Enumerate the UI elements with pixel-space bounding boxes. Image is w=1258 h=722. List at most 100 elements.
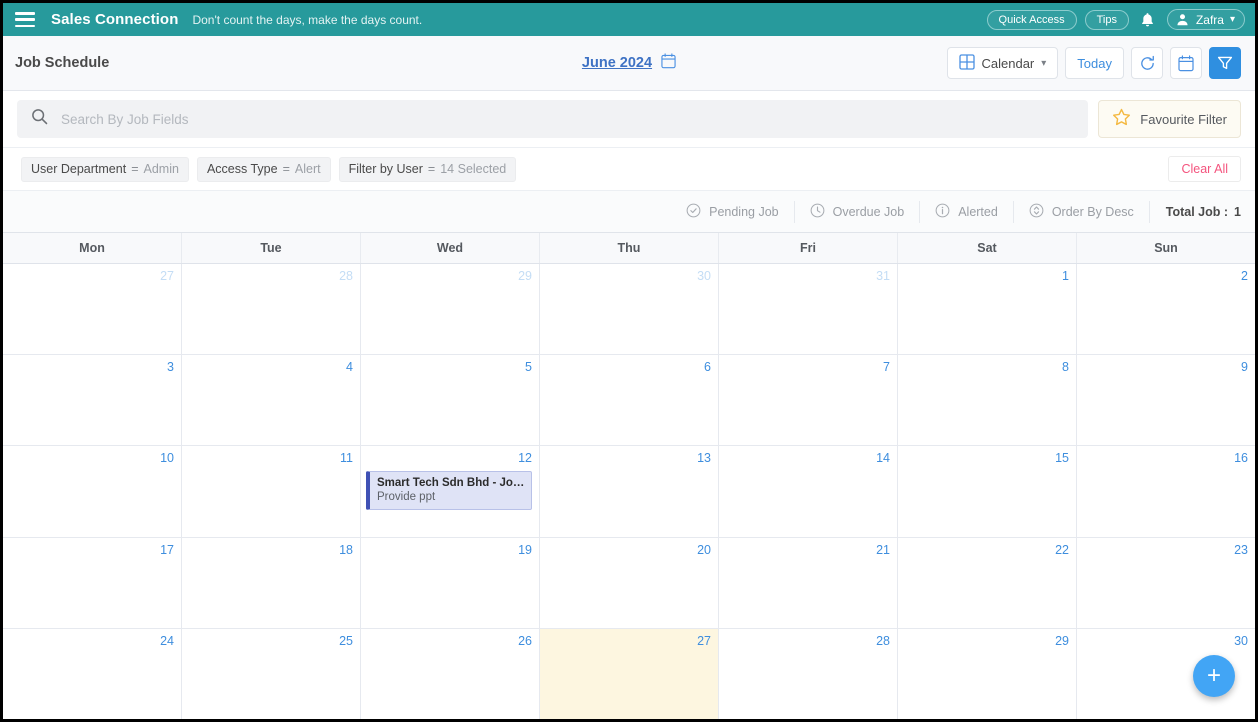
search-input[interactable] [61, 111, 1075, 127]
calendar-day-number: 16 [1234, 451, 1248, 466]
calendar-day-cell[interactable]: 29 [898, 628, 1077, 719]
calendar-day-number: 24 [160, 633, 174, 648]
calendar-day-number: 22 [1055, 542, 1069, 557]
chip-key: User Department [31, 162, 127, 176]
calendar-day-cell[interactable]: 24 [3, 628, 182, 719]
weekday-tue: Tue [182, 233, 361, 263]
view-selector-calendar[interactable]: Calendar ▾ [946, 47, 1059, 79]
favourite-filter-label: Favourite Filter [1140, 111, 1227, 127]
check-circle-icon [686, 203, 701, 221]
legend-pending-job[interactable]: Pending Job [671, 200, 795, 223]
today-button[interactable]: Today [1065, 47, 1124, 79]
calendar-day-cell[interactable]: 17 [3, 537, 182, 628]
calendar-day-cell[interactable]: 2 [1077, 264, 1255, 354]
calendar-day-cell[interactable]: 9 [1077, 355, 1255, 445]
calendar-day-cell[interactable]: 23 [1077, 538, 1255, 628]
calendar-day-number: 20 [697, 542, 711, 557]
calendar-day-cell[interactable]: 11 [182, 446, 361, 537]
hamburger-menu-icon[interactable] [15, 12, 35, 27]
calendar-week-row: 3 4 5 6 7 8 9 [3, 355, 1255, 447]
bell-icon[interactable] [1137, 9, 1159, 31]
calendar-day-cell[interactable]: 12 Smart Tech Sdn Bhd - Johan Provide ppt [361, 446, 540, 537]
legend-label: Pending Job [709, 204, 779, 219]
add-job-fab-button[interactable]: + [1193, 655, 1235, 697]
filter-chip-access-type[interactable]: Access Type = Alert [196, 156, 331, 182]
calendar-day-cell[interactable]: 3 [3, 355, 182, 446]
chip-value: Admin [143, 162, 179, 176]
calendar-event-subtitle: Provide ppt [377, 491, 436, 504]
legend-alerted[interactable]: Alerted [920, 200, 1014, 223]
calendar-week-row: 24 25 26 27 28 29 30 [3, 628, 1255, 719]
chip-value: Alert [294, 162, 321, 176]
calendar-day-cell[interactable]: 16 [1077, 446, 1255, 536]
calendar-day-cell[interactable]: 20 [540, 537, 719, 628]
calendar-day-number: 6 [704, 360, 711, 375]
avatar-icon [1175, 12, 1190, 27]
calendar-day-cell[interactable]: 25 [182, 628, 361, 719]
filter-button[interactable] [1209, 47, 1241, 79]
calendar-day-cell[interactable]: 8 [898, 355, 1077, 446]
calendar-day-cell[interactable]: 26 [361, 628, 540, 719]
quick-access-button[interactable]: Quick Access [986, 9, 1077, 30]
favourite-filter-button[interactable]: Favourite Filter [1098, 100, 1241, 138]
calendar-day-cell[interactable]: 28 [719, 628, 898, 719]
calendar-day-cell[interactable]: 31 [719, 264, 898, 355]
calendar-day-number: 29 [518, 269, 532, 283]
calendar-day-cell[interactable]: 22 [898, 537, 1077, 628]
calendar-day-cell[interactable]: 19 [361, 537, 540, 628]
total-job-counter: Total Job : 1 [1150, 205, 1241, 219]
calendar-day-number: 31 [876, 269, 890, 283]
calendar-day-cell[interactable]: 7 [719, 355, 898, 446]
date-picker-button[interactable] [1170, 47, 1202, 79]
calendar-day-cell[interactable]: 27 [3, 264, 182, 355]
calendar-day-cell[interactable]: 15 [898, 446, 1077, 537]
search-container[interactable] [17, 100, 1089, 138]
calendar-day-number: 12 [518, 451, 532, 466]
calendar-day-cell[interactable]: 30 [540, 264, 719, 355]
calendar-day-number: 28 [339, 269, 353, 283]
calendar-day-cell[interactable]: 28 [182, 264, 361, 355]
calendar-day-cell[interactable]: 10 [3, 446, 182, 537]
calendar-day-cell[interactable]: 4 [182, 355, 361, 446]
calendar-day-cell[interactable]: 27 [540, 628, 719, 719]
calendar-day-cell[interactable]: 21 [719, 537, 898, 628]
calendar-day-number: 7 [883, 360, 890, 375]
refresh-button[interactable] [1131, 47, 1163, 79]
calendar-day-cell[interactable]: 1 [898, 264, 1077, 355]
grid-icon [958, 53, 975, 73]
month-calendar-icon[interactable] [661, 52, 676, 74]
app-brand-title: Sales Connection [51, 11, 179, 28]
calendar-day-number: 15 [1055, 451, 1069, 466]
calendar-day-number: 18 [339, 542, 353, 557]
calendar-day-cell[interactable]: 29 [361, 264, 540, 355]
clear-all-button[interactable]: Clear All [1168, 156, 1241, 182]
calendar-day-cell[interactable]: 18 [182, 537, 361, 628]
calendar-day-number: 23 [1234, 542, 1248, 557]
calendar-event-card[interactable]: Smart Tech Sdn Bhd - Johan Provide ppt [366, 471, 532, 511]
calendar-day-cell[interactable]: 5 [361, 355, 540, 446]
chip-key: Filter by User [348, 162, 423, 176]
legend-overdue-job[interactable]: Overdue Job [795, 200, 921, 223]
calendar-event-title: Smart Tech Sdn Bhd - Johan [377, 477, 525, 490]
toolbar-actions: Calendar ▾ Today [946, 47, 1241, 79]
info-circle-icon [935, 203, 950, 221]
chip-equals: = [427, 162, 436, 176]
tips-button[interactable]: Tips [1084, 9, 1129, 30]
calendar-day-number: 30 [697, 269, 711, 283]
chevron-down-icon: ▾ [1041, 57, 1047, 69]
calendar-day-number: 2 [1241, 269, 1248, 283]
calendar-day-cell[interactable]: 6 [540, 355, 719, 446]
user-menu-button[interactable]: Zafra ▾ [1166, 9, 1245, 30]
calendar-day-cell[interactable]: 14 [719, 446, 898, 537]
calendar-day-cell[interactable]: 13 [540, 446, 719, 537]
calendar-day-number: 9 [1241, 360, 1248, 375]
calendar-day-number: 14 [876, 451, 890, 466]
current-month-label[interactable]: June 2024 [582, 55, 652, 71]
app-window: Sales Connection Don't count the days, m… [0, 0, 1258, 722]
filter-chip-user-department[interactable]: User Department = Admin [21, 156, 189, 182]
calendar-day-number: 10 [160, 451, 174, 466]
calendar-week-row: 10 11 12 Smart Tech Sdn Bhd - Johan Provide … [3, 446, 1255, 538]
legend-order-by-desc[interactable]: Order By Desc [1014, 200, 1150, 223]
weekday-sun: Sun [1154, 241, 1178, 255]
filter-chip-filter-by-user[interactable]: Filter by User = 14 Selected [338, 156, 517, 182]
